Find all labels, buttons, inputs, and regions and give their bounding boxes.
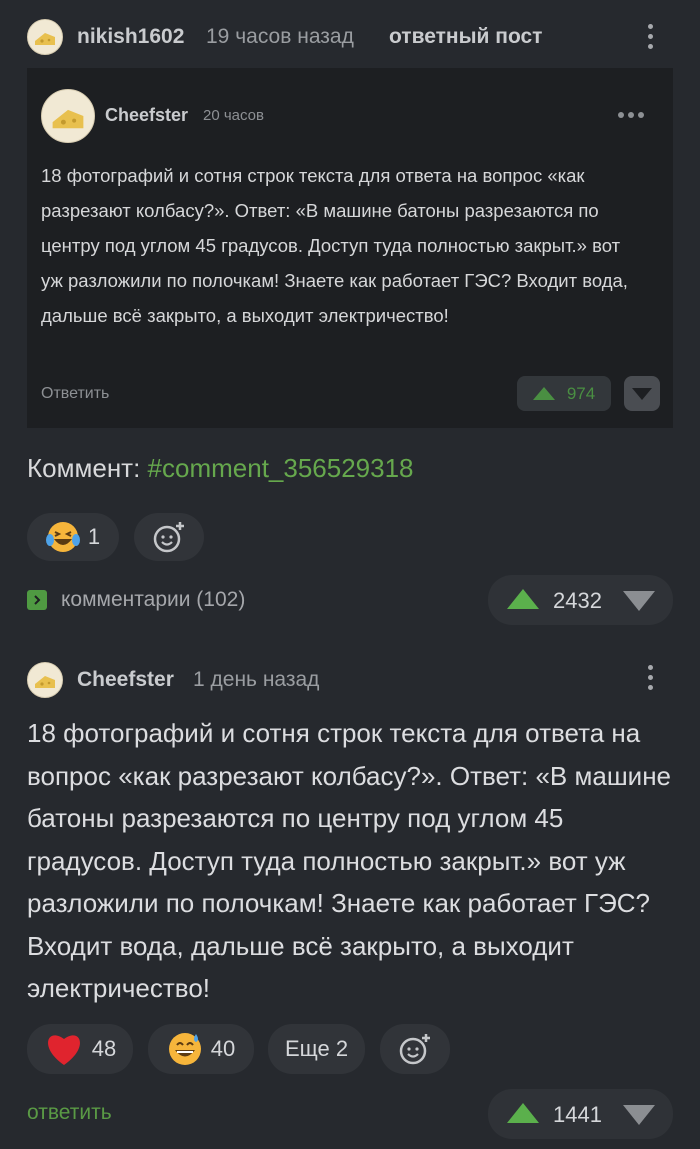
comment-rating: 1441	[553, 1102, 602, 1127]
quote-reply-button[interactable]: Ответить	[41, 385, 109, 403]
comment-author-avatar[interactable]	[27, 662, 63, 698]
post-tag[interactable]: ответный пост	[389, 25, 542, 49]
comment-reply-button[interactable]: ответить	[27, 1101, 112, 1125]
reaction-count: 40	[210, 1036, 236, 1061]
post-vote-box: 2432	[488, 575, 673, 625]
post-rating: 2432	[553, 588, 602, 613]
quote-author-name[interactable]: Cheefster	[105, 105, 188, 126]
post-time: 19 часов назад	[206, 25, 354, 48]
comment-vote-box: 1441	[488, 1089, 673, 1139]
heart-emoji-icon	[47, 1035, 80, 1065]
upvote-icon	[532, 387, 555, 400]
grin-sweat-emoji-icon	[168, 1033, 201, 1065]
post-menu-icon[interactable]	[648, 24, 653, 49]
reaction-count: 1	[87, 524, 101, 549]
quote-time: 20 часов	[203, 107, 264, 124]
comment-link-label: Коммент:	[27, 453, 148, 483]
quote-downvote-button[interactable]	[624, 376, 660, 411]
add-reaction-icon	[399, 1034, 430, 1065]
reaction-grin-sweat[interactable]: 40	[148, 1024, 254, 1074]
post-author-name[interactable]: nikish1602	[77, 25, 184, 49]
add-reaction-icon	[153, 522, 184, 553]
more-reactions-button[interactable]: Еще 2	[268, 1024, 365, 1074]
post-author-avatar[interactable]	[27, 19, 63, 55]
downvote-icon[interactable]	[623, 591, 655, 611]
cheese-avatar-icon	[35, 33, 55, 45]
comments-link[interactable]: комментарии (102)	[27, 588, 245, 612]
upvote-icon[interactable]	[507, 589, 539, 609]
downvote-icon	[632, 387, 652, 400]
comment-link[interactable]: #comment_356529318	[148, 453, 414, 483]
quote-upvote-button[interactable]: 974	[517, 376, 611, 411]
quote-rating: 974	[566, 383, 596, 403]
cheese-avatar-icon	[52, 109, 84, 129]
reaction-laugh-tears[interactable]: 1	[27, 513, 119, 561]
comment-time: 1 день назад	[193, 668, 320, 691]
reaction-count: 48	[91, 1036, 117, 1061]
add-reaction-button[interactable]	[134, 513, 204, 561]
comments-count-label: комментарии (102)	[61, 588, 246, 611]
upvote-icon[interactable]	[507, 1103, 539, 1123]
downvote-icon[interactable]	[623, 1105, 655, 1125]
quote-menu-icon[interactable]	[618, 112, 644, 118]
comment-menu-icon[interactable]	[648, 665, 653, 690]
comment-author-name[interactable]: Cheefster	[77, 668, 174, 692]
comment-text: 18 фотографий и сотня строк текста для о…	[27, 718, 672, 1003]
quote-author-avatar[interactable]	[41, 89, 95, 143]
laugh-tears-emoji-icon	[45, 522, 80, 552]
more-reactions-label: Еще 2	[284, 1036, 349, 1061]
comments-icon	[27, 590, 47, 610]
add-reaction-button[interactable]	[380, 1024, 450, 1074]
quote-text: 18 фотографий и сотня строк текста для о…	[41, 165, 628, 326]
comment-link-line: Коммент: #comment_356529318	[27, 453, 414, 484]
cheese-avatar-icon	[35, 676, 55, 688]
reaction-heart[interactable]: 48	[27, 1024, 133, 1074]
